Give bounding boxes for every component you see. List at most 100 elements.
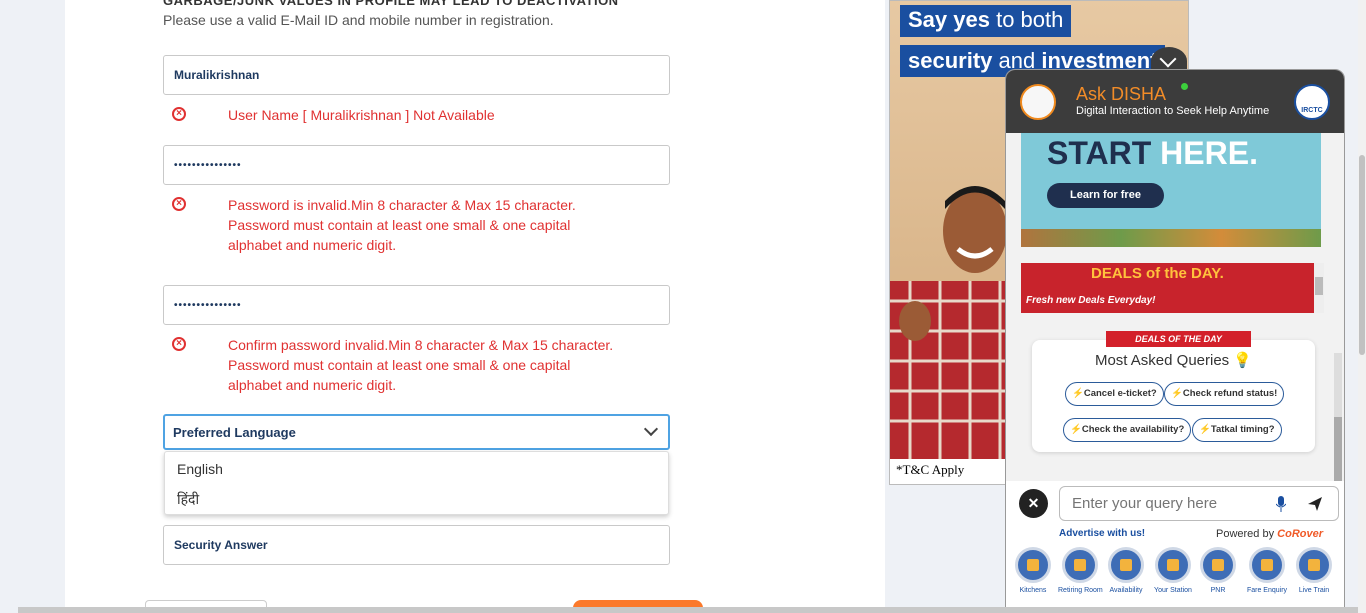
password-error: Password is invalid.Min 8 character & Ma… [228, 195, 576, 255]
language-option-english[interactable]: English [165, 452, 668, 482]
kitchen-icon [1015, 547, 1051, 583]
close-icon[interactable]: ✕ [1019, 489, 1048, 518]
security-answer-placeholder: Security Answer [174, 538, 268, 552]
ad-text: security [908, 48, 993, 73]
confirm-password-value: ••••••••••••••• [174, 299, 242, 311]
password-value: ••••••••••••••• [174, 159, 242, 171]
quick-link-your-station[interactable]: Your Station [1151, 547, 1195, 594]
password-field[interactable]: ••••••••••••••• [163, 145, 670, 185]
most-asked-title: Most Asked Queries 💡 [1032, 351, 1315, 369]
deals-banner[interactable]: DEALS of the DAY. Fresh new Deals Everyd… [1021, 263, 1314, 313]
chip-label: Cancel e-ticket? [1083, 388, 1157, 399]
advertise-link[interactable]: Advertise with us! [1059, 528, 1145, 539]
password-error-line: alphabet and numeric digit. [228, 237, 397, 253]
location-pin-icon [1296, 547, 1332, 583]
quick-link-label: Availability [1109, 587, 1143, 594]
quick-link-fare-enquiry[interactable]: Fare Enquiry [1245, 547, 1289, 594]
learn-for-free-button[interactable]: Learn for free [1047, 183, 1164, 208]
query-chip-tatkal[interactable]: ⚡Tatkal timing? [1192, 418, 1282, 442]
quick-link-availability[interactable]: Availability [1104, 547, 1148, 594]
security-answer-field[interactable]: Security Answer [163, 525, 670, 565]
most-asked-queries-card: Most Asked Queries 💡 ⚡Cancel e-ticket? ⚡… [1032, 340, 1315, 452]
deals-scrollbar[interactable] [1314, 263, 1324, 313]
chat-subtitle: Digital Interaction to Seek Help Anytime [1076, 105, 1270, 117]
chat-title: Ask DISHA [1076, 84, 1167, 104]
start-here-banner[interactable]: START HERE. Learn for free [1021, 133, 1321, 247]
chat-footer: ✕ Advertise with us! Powered by CoRover … [1006, 481, 1344, 612]
error-circle-icon: × [172, 337, 186, 351]
availability-icon [1108, 547, 1144, 583]
error-circle-icon: × [172, 197, 186, 211]
irctc-logo: IRCTC [1294, 84, 1330, 120]
chat-header: Ask DISHA Digital Interaction to Seek He… [1006, 70, 1344, 133]
scroll-thumb[interactable] [1359, 155, 1365, 355]
ad-person-image [890, 186, 1010, 461]
query-chip-availability[interactable]: ⚡Check the availability? [1063, 418, 1192, 442]
quick-link-retiring-room[interactable]: Retiring Room [1058, 547, 1103, 594]
quick-link-label: Kitchens [1019, 587, 1047, 594]
query-chip-refund[interactable]: ⚡Check refund status! [1164, 382, 1285, 406]
chip-label: Check refund status! [1182, 388, 1278, 399]
most-asked-text: Most Asked Queries [1094, 352, 1230, 369]
deals-subtitle: Fresh new Deals Everyday! [1026, 295, 1156, 306]
bulb-icon: 💡 [1233, 352, 1253, 369]
pnr-icon [1200, 547, 1236, 583]
chat-query-input[interactable] [1072, 495, 1262, 512]
chevron-down-icon [1159, 50, 1177, 68]
chip-label: Check the availability? [1081, 424, 1185, 435]
scroll-thumb[interactable] [1315, 277, 1323, 295]
username-error: User Name [ Muralikrishnan ] Not Availab… [228, 107, 495, 123]
language-dropdown: English हिंदी [164, 451, 669, 515]
quick-link-live-train[interactable]: Live Train [1292, 547, 1336, 594]
microphone-icon[interactable] [1276, 496, 1286, 512]
banner-ground [1021, 229, 1321, 247]
powered-by-text: Powered by [1216, 528, 1278, 540]
ad-text: Say yes [908, 7, 990, 32]
confirm-password-error: Confirm password invalid.Min 8 character… [228, 335, 613, 395]
ad-headline-line1: Say yes to both [900, 5, 1072, 37]
station-icon [1155, 547, 1191, 583]
password-error-line: Password is invalid.Min 8 character & Ma… [228, 197, 576, 213]
confirm-error-line: Confirm password invalid.Min 8 character… [228, 337, 614, 353]
quick-link-label: Retiring Room [1058, 587, 1103, 594]
ad-text: to both [989, 7, 1064, 32]
quick-link-label: Live Train [1298, 587, 1330, 594]
banner-start-text: START [1047, 135, 1152, 171]
corover-logo: CoRover [1277, 528, 1323, 540]
password-error-line: Password must contain at least one small… [228, 217, 571, 233]
preferred-language-value: Preferred Language [173, 424, 296, 440]
quick-link-label: Fare Enquiry [1246, 587, 1288, 594]
confirm-password-field[interactable]: ••••••••••••••• [163, 285, 670, 325]
deals-title: DEALS of the DAY. [1091, 265, 1224, 282]
confirm-error-line: alphabet and numeric digit. [228, 377, 397, 393]
preferred-language-select[interactable]: Preferred Language [163, 414, 670, 450]
banner-headline: START HERE. [1047, 135, 1258, 172]
quick-link-label: PNR [1210, 587, 1226, 594]
powered-by: Powered by CoRover [1216, 528, 1323, 540]
username-field[interactable]: Muralikrishnan [163, 55, 670, 95]
query-chip-cancel[interactable]: ⚡Cancel e-ticket? [1065, 382, 1164, 406]
fare-icon [1249, 547, 1285, 583]
disha-chatbot: Ask DISHA Digital Interaction to Seek He… [1005, 69, 1345, 613]
deals-of-the-day-tag: DEALS OF THE DAY [1106, 331, 1251, 347]
username-value: Muralikrishnan [174, 68, 260, 82]
horizontal-scrollbar[interactable] [18, 607, 1358, 613]
error-circle-icon: × [172, 107, 186, 121]
ad-tc-text: *T&C Apply [890, 459, 1010, 484]
page-scrollbar[interactable] [1358, 0, 1366, 613]
disha-avatar-icon [1020, 84, 1056, 120]
quick-link-kitchens[interactable]: Kitchens [1011, 547, 1055, 594]
language-option-hindi[interactable]: हिंदी [165, 482, 668, 512]
online-status-dot [1181, 83, 1188, 90]
chip-label: Tatkal timing? [1210, 424, 1275, 435]
registration-note: Please use a valid E-Mail ID and mobile … [163, 12, 554, 28]
confirm-error-line: Password must contain at least one small… [228, 357, 571, 373]
banner-here-text: HERE. [1160, 135, 1258, 171]
chevron-down-icon [643, 421, 659, 437]
warning-heading: GARBAGE/JUNK VALUES IN PROFILE MAY LEAD … [163, 0, 619, 8]
quick-link-pnr[interactable]: PNR [1196, 547, 1240, 594]
send-icon[interactable] [1307, 496, 1323, 512]
bed-icon [1062, 547, 1098, 583]
query-box[interactable] [1059, 486, 1339, 521]
chat-body: START HERE. Learn for free DEALS of the … [1006, 133, 1344, 543]
